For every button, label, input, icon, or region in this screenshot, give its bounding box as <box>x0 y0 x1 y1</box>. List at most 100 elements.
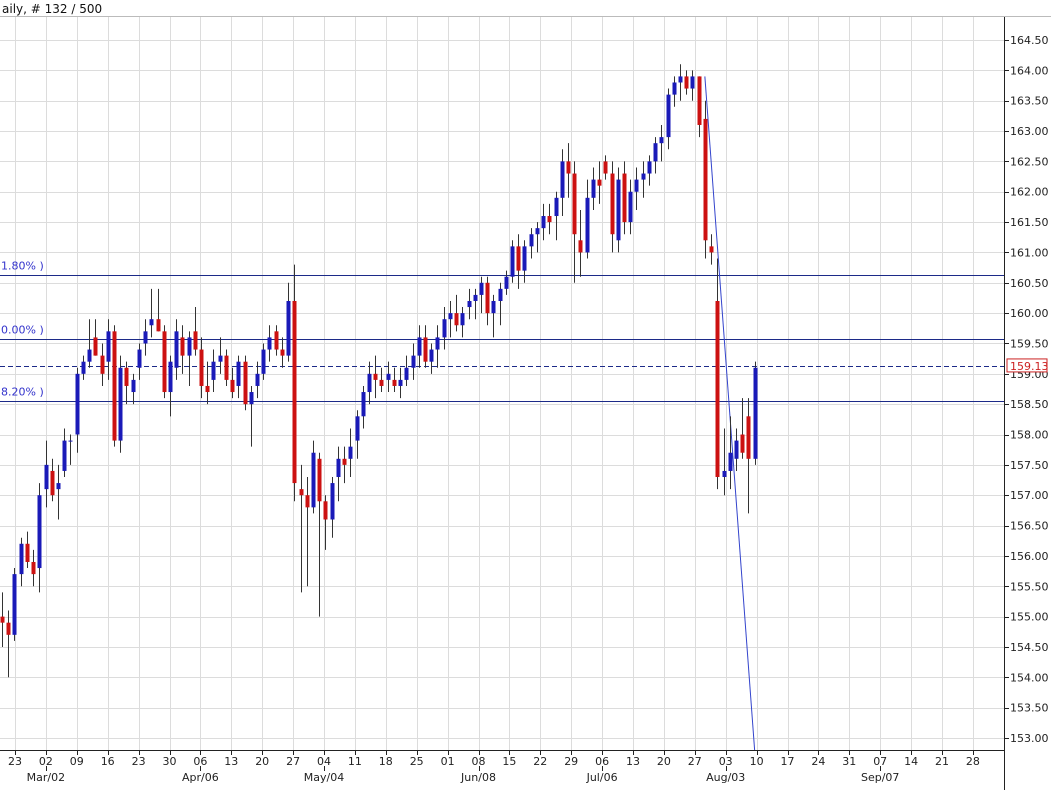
candle-body-down <box>199 349 204 386</box>
x-tick-label: 27 <box>688 755 702 768</box>
x-tick-label: 16 <box>101 755 115 768</box>
candle-body-up <box>560 161 565 198</box>
candle-body-up <box>187 337 192 356</box>
candle-body-up <box>690 76 695 89</box>
candle <box>112 325 117 447</box>
candle-body-up <box>435 337 440 350</box>
fibonacci-level-label: 8.20% ) <box>1 386 44 399</box>
candle-body-down <box>697 76 702 125</box>
candle-body-up <box>87 349 92 362</box>
x-tick-label: 29 <box>564 755 578 768</box>
candle-body-down <box>423 337 428 362</box>
candle-body-up <box>37 495 42 569</box>
x-tick-label: 08 <box>472 755 486 768</box>
candle-body-up <box>628 191 633 223</box>
y-tick-label: 155.00 <box>1010 611 1049 624</box>
candle-body-up <box>722 470 727 478</box>
candle-body-up <box>12 574 17 635</box>
x-tick-label: 13 <box>224 755 238 768</box>
candle-body-down <box>224 355 229 380</box>
y-tick-label: 160.50 <box>1010 277 1049 290</box>
candle <box>12 568 17 641</box>
month-label: Jun/08 <box>460 771 496 784</box>
candle-body-up <box>106 331 111 362</box>
candle-body-down <box>684 76 689 89</box>
candle-body-up <box>498 288 503 301</box>
candle-body-up <box>56 483 61 490</box>
candle-body-down <box>392 379 397 386</box>
y-tick-label: 155.50 <box>1010 580 1049 593</box>
candle-body-up <box>19 543 24 575</box>
candle-body-up <box>255 373 260 386</box>
chart-header-title: aily, # 132 / 500 <box>2 2 102 16</box>
last-price-marker: 159.13 <box>1006 358 1049 373</box>
month-label: Mar/02 <box>27 771 65 784</box>
candle <box>703 100 708 259</box>
candle-body-up <box>653 143 658 162</box>
x-tick-label: 27 <box>286 755 300 768</box>
candle-body-down <box>572 173 577 235</box>
x-tick-label: 09 <box>70 755 84 768</box>
y-tick-label: 156.50 <box>1010 520 1049 533</box>
x-tick-label: 23 <box>8 755 22 768</box>
candle-body-down <box>243 361 248 405</box>
candle-body-up <box>348 446 353 459</box>
candle-body-up <box>118 367 123 441</box>
candle-body-up <box>174 331 179 368</box>
candle-body-up <box>666 94 671 138</box>
x-tick-label: 14 <box>904 755 918 768</box>
candle-body-down <box>112 331 117 441</box>
candle-body-up <box>442 319 447 338</box>
candle-body-up <box>398 379 403 386</box>
candle-body-up <box>479 282 484 295</box>
candle-body-up <box>429 349 434 362</box>
candle <box>753 361 758 465</box>
candle-body-up <box>143 331 148 344</box>
x-tick-label: 25 <box>410 755 424 768</box>
candle-body-up <box>44 464 49 490</box>
candle <box>162 325 167 399</box>
y-tick-label: 158.00 <box>1010 429 1049 442</box>
candle-body-up <box>554 197 559 217</box>
candle-body-up <box>510 246 515 277</box>
candle-body-up <box>236 361 241 386</box>
candle-body-down <box>280 349 285 356</box>
candle-body-up <box>641 173 646 180</box>
candle-body-up <box>261 349 266 374</box>
candle-body-up <box>504 276 509 289</box>
month-label: Apr/06 <box>182 771 219 784</box>
x-tick-label: 02 <box>39 755 53 768</box>
candle-body-down <box>274 331 279 350</box>
y-tick-label: 160.00 <box>1010 307 1049 320</box>
x-tick-label: 13 <box>626 755 640 768</box>
candle-body-down <box>610 173 615 235</box>
candle-body-down <box>485 282 490 314</box>
y-tick-label: 162.00 <box>1010 186 1049 199</box>
candle-body-down <box>100 355 105 374</box>
candle-body-up <box>411 355 416 368</box>
candle-body-down <box>180 337 185 356</box>
candle-body-up <box>361 392 366 417</box>
candle-body-up <box>535 228 540 235</box>
candle-body-up <box>448 313 453 320</box>
candle-body-down <box>25 543 30 562</box>
candle-body-up <box>460 313 465 326</box>
candle-body-down <box>93 337 98 356</box>
x-tick-label: 30 <box>163 755 177 768</box>
candle-body-up <box>75 373 80 435</box>
candle-body-down <box>323 501 328 520</box>
candle-body-up <box>286 300 291 356</box>
y-tick-label: 153.50 <box>1010 702 1049 715</box>
x-tick-label: 20 <box>255 755 269 768</box>
candle-body-down <box>746 416 751 459</box>
candle-body-up <box>131 379 136 393</box>
y-tick-label: 164.00 <box>1010 64 1049 77</box>
candle-body-up <box>367 373 372 393</box>
candle <box>510 240 515 283</box>
candle-body-down <box>50 470 55 496</box>
candle-body-up <box>659 137 664 144</box>
candle-body-down <box>299 489 304 496</box>
chart-background <box>0 0 1051 790</box>
candle-body-up <box>728 452 733 471</box>
x-tick-label: 03 <box>719 755 733 768</box>
